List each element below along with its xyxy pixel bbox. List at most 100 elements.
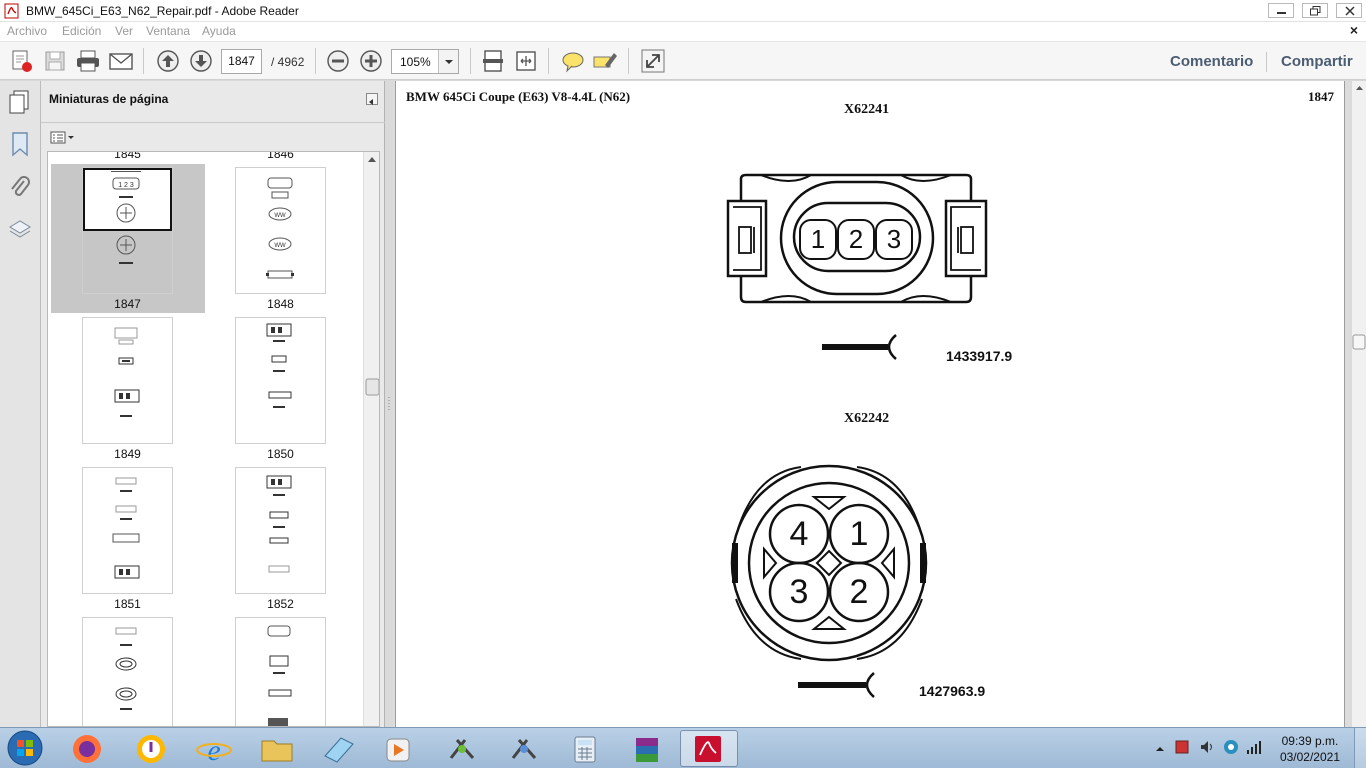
file-explorer-icon[interactable] <box>248 730 306 767</box>
save-icon[interactable] <box>42 48 68 74</box>
menu-ver[interactable]: Ver <box>115 24 133 38</box>
thumbnail-page[interactable]: 1 2 3 <box>82 167 173 294</box>
minimize-button[interactable] <box>1268 3 1294 18</box>
network-sync-icon[interactable] <box>1223 739 1239 760</box>
next-page-icon[interactable] <box>188 48 214 74</box>
restore-button[interactable] <box>1302 3 1328 18</box>
part-number: 1427963.9 <box>919 683 986 699</box>
svg-text:WW: WW <box>274 213 286 219</box>
pin-label: 1 <box>799 219 837 260</box>
zoom-out-icon[interactable] <box>325 48 351 74</box>
page-number-input[interactable]: 1847 <box>221 49 262 74</box>
layers-icon[interactable] <box>8 217 32 248</box>
panel-splitter[interactable] <box>385 81 393 727</box>
wire-symbol <box>798 672 875 698</box>
thumbnail-page[interactable] <box>235 317 326 444</box>
page-thumbnails-icon[interactable] <box>8 89 32 120</box>
firefox-icon[interactable] <box>58 730 116 767</box>
document-header-title: BMW 645Ci Coupe (E63) V8-4.4L (N62) <box>406 89 631 104</box>
thumbnail-page[interactable] <box>235 617 326 726</box>
adobe-reader-window: BMW_645Ci_E63_N62_Repair.pdf - Adobe Rea… <box>0 0 1366 768</box>
thumbnail-label: 1852 <box>267 597 294 611</box>
system-clock[interactable]: 09:39 p.m. 03/02/2021 <box>1280 733 1340 765</box>
zoom-select[interactable]: 105% <box>391 49 459 74</box>
diagnostic-tool-2-icon[interactable] <box>495 730 553 767</box>
media-player-icon[interactable] <box>369 730 427 767</box>
window-title: BMW_645Ci_E63_N62_Repair.pdf - Adobe Rea… <box>26 4 299 18</box>
pin-label: 3 <box>875 219 913 260</box>
compartir-link[interactable]: Compartir <box>1281 53 1353 70</box>
zoom-in-icon[interactable] <box>358 48 384 74</box>
create-pdf-icon[interactable] <box>8 48 34 74</box>
menu-edicion[interactable]: Edición <box>62 24 101 38</box>
comentario-link[interactable]: Comentario <box>1170 53 1253 70</box>
show-hidden-icons-icon[interactable] <box>1155 741 1165 759</box>
close-document-button[interactable]: × <box>1350 22 1358 38</box>
document-scrollbar[interactable] <box>1351 81 1366 727</box>
wire-symbol <box>822 334 897 360</box>
security-app-icon[interactable] <box>122 730 180 767</box>
toolbar-divider <box>1266 52 1267 72</box>
security-tray-icon[interactable] <box>1174 739 1190 760</box>
thumbnail-options-icon[interactable] <box>50 130 76 146</box>
thumbnail-page[interactable]: WW WW <box>235 167 326 294</box>
show-desktop-button[interactable] <box>1354 728 1366 768</box>
collapse-panel-button[interactable] <box>366 93 378 105</box>
adobe-reader-taskbar-icon[interactable] <box>680 730 738 767</box>
clock-time: 09:39 p.m. <box>1281 734 1339 748</box>
pin-label: 2 <box>849 573 869 611</box>
full-screen-icon[interactable] <box>640 48 666 74</box>
toolbar-divider <box>470 48 471 74</box>
thumbnail-page[interactable] <box>82 317 173 444</box>
email-icon[interactable] <box>108 48 134 74</box>
chevron-down-icon[interactable] <box>438 50 458 73</box>
navigation-rail <box>0 81 41 727</box>
winrar-icon[interactable] <box>618 730 676 767</box>
attachments-icon[interactable] <box>8 175 32 206</box>
volume-icon[interactable] <box>1199 739 1215 760</box>
thumbnails-panel: Miniaturas de página 1845 1846 1 2 3 184… <box>41 81 385 727</box>
notepad-icon[interactable] <box>309 730 367 767</box>
title-bar: BMW_645Ci_E63_N62_Repair.pdf - Adobe Rea… <box>0 0 1366 22</box>
taskbar: e 09:39 p.m. 03/02/2021 <box>0 727 1366 768</box>
bookmarks-icon[interactable] <box>8 131 32 162</box>
thumbnail-label: 1845 <box>114 151 141 161</box>
thumbnail-label: 1850 <box>267 447 294 461</box>
fit-width-icon[interactable] <box>513 48 539 74</box>
fit-page-icon[interactable] <box>480 48 506 74</box>
menu-bar: Archivo Edición Ver Ventana Ayuda × <box>0 22 1366 41</box>
connector-title: X62242 <box>844 411 890 426</box>
clock-date: 03/02/2021 <box>1279 750 1340 764</box>
start-button[interactable] <box>4 729 46 767</box>
svg-text:e: e <box>207 734 220 767</box>
zoom-value: 105% <box>400 55 431 69</box>
page-total-label: / 4962 <box>271 55 305 69</box>
svg-text:1 2 3: 1 2 3 <box>118 182 134 189</box>
toolbar: 1847 / 4962 105% Comentario Compartir <box>0 41 1366 80</box>
calculator-icon[interactable] <box>556 730 614 767</box>
thumbnail-label: 1851 <box>114 597 141 611</box>
print-icon[interactable] <box>75 48 101 74</box>
internet-explorer-icon[interactable]: e <box>185 730 243 767</box>
menu-archivo[interactable]: Archivo <box>7 24 47 38</box>
thumbnail-list[interactable]: 1845 1846 1 2 3 1847 WW WW 1848 1849 185… <box>47 151 380 727</box>
menu-ventana[interactable]: Ventana <box>146 24 190 38</box>
previous-page-icon[interactable] <box>155 48 181 74</box>
svg-text:WW: WW <box>274 243 286 249</box>
close-window-button[interactable] <box>1336 3 1362 18</box>
connector-title: X62241 <box>844 102 890 117</box>
thumbnail-page[interactable] <box>82 617 173 726</box>
thumbnail-label: 1848 <box>267 297 294 311</box>
diagnostic-tool-icon[interactable] <box>433 730 491 767</box>
thumbnail-page[interactable] <box>82 467 173 594</box>
pin-label: 4 <box>789 515 809 553</box>
comment-note-icon[interactable] <box>560 48 586 74</box>
thumbnail-scrollbar[interactable] <box>363 152 379 726</box>
document-view[interactable]: BMW 645Ci Coupe (E63) V8-4.4L (N62) 1847… <box>393 81 1351 727</box>
thumbnail-label: 1849 <box>114 447 141 461</box>
highlight-icon[interactable] <box>592 48 618 74</box>
menu-ayuda[interactable]: Ayuda <box>202 24 236 38</box>
thumbnail-page[interactable] <box>235 467 326 594</box>
part-number: 1433917.9 <box>946 348 1013 364</box>
wifi-signal-icon[interactable] <box>1246 739 1262 760</box>
